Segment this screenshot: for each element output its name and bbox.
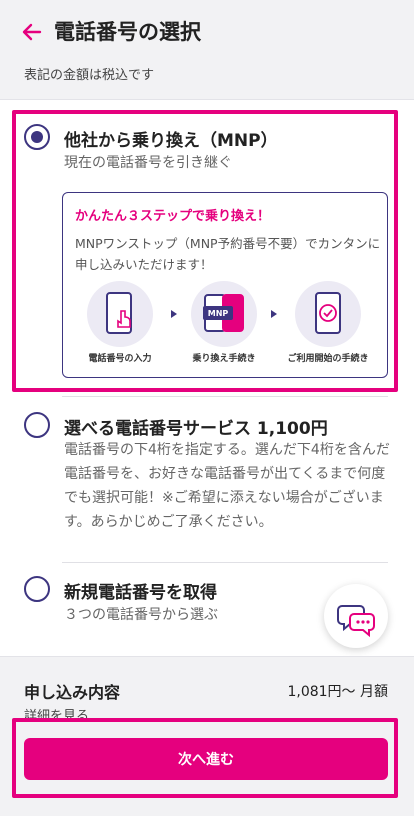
step-arrow-icon bbox=[271, 310, 277, 318]
next-button[interactable]: 次へ進む bbox=[24, 738, 388, 780]
chat-icon bbox=[337, 605, 375, 638]
radio-new-number[interactable] bbox=[24, 576, 50, 602]
radio-choose-number[interactable] bbox=[24, 412, 50, 438]
summary-price: 1,081円〜 月額 bbox=[287, 684, 388, 700]
option-choose-number-description: 電話番号の下4桁を指定する。選んだ下4桁を含んだ電話番号を、お好きな電話番号が出… bbox=[64, 442, 390, 530]
mnp-heading: かんたん３ステップで乗り換え！ bbox=[75, 209, 271, 224]
tax-note: 表記の金額は税込です bbox=[24, 68, 155, 83]
mnp-transfer-icon: MNP bbox=[203, 294, 244, 332]
step-2-circle: MNP bbox=[191, 281, 257, 347]
radio-mnp[interactable] bbox=[24, 124, 50, 150]
page-title: 電話番号の選択 bbox=[54, 20, 201, 44]
step-2-label: 乗り換え手続き bbox=[192, 354, 256, 364]
step-arrow-icon bbox=[171, 310, 177, 318]
mnp-info-box: かんたん３ステップで乗り換え！ MNPワンストップ（MNP予約番号不要）でカンタ… bbox=[62, 192, 388, 378]
step-3-label: ご利用開始の手続き bbox=[287, 354, 369, 364]
phone-check-icon bbox=[315, 292, 341, 334]
step-1-label: 電話番号の入力 bbox=[88, 354, 152, 364]
step-3-circle bbox=[295, 281, 361, 347]
divider bbox=[62, 396, 388, 397]
mnp-icon-text: MNP bbox=[208, 309, 229, 318]
chat-button[interactable] bbox=[324, 584, 388, 648]
option-choose-number-price: 1,100円 bbox=[256, 419, 328, 439]
header: 電話番号の選択 表記の金額は税込です bbox=[0, 0, 414, 100]
mnp-description: MNPワンストップ（MNP予約番号不要）でカンタンに申し込みいただけます！ bbox=[75, 236, 381, 272]
option-new-number-subtitle: ３つの電話番号から選ぶ bbox=[64, 607, 218, 623]
option-mnp-subtitle: 現在の電話番号を引き継ぐ bbox=[64, 155, 232, 171]
summary-label: 申し込み内容 bbox=[24, 683, 121, 702]
option-mnp-title[interactable]: 他社から乗り換え（MNP） bbox=[64, 126, 278, 151]
option-new-number-title[interactable]: 新規電話番号を取得 bbox=[64, 578, 217, 603]
step-1-circle bbox=[87, 281, 153, 347]
divider bbox=[62, 562, 388, 563]
phone-tap-icon bbox=[106, 292, 132, 334]
option-choose-number-title-text: 選べる電話番号サービス bbox=[64, 419, 257, 439]
back-arrow-icon[interactable] bbox=[20, 20, 44, 44]
option-choose-number-title[interactable]: 選べる電話番号サービス 1,100円 bbox=[64, 414, 328, 439]
